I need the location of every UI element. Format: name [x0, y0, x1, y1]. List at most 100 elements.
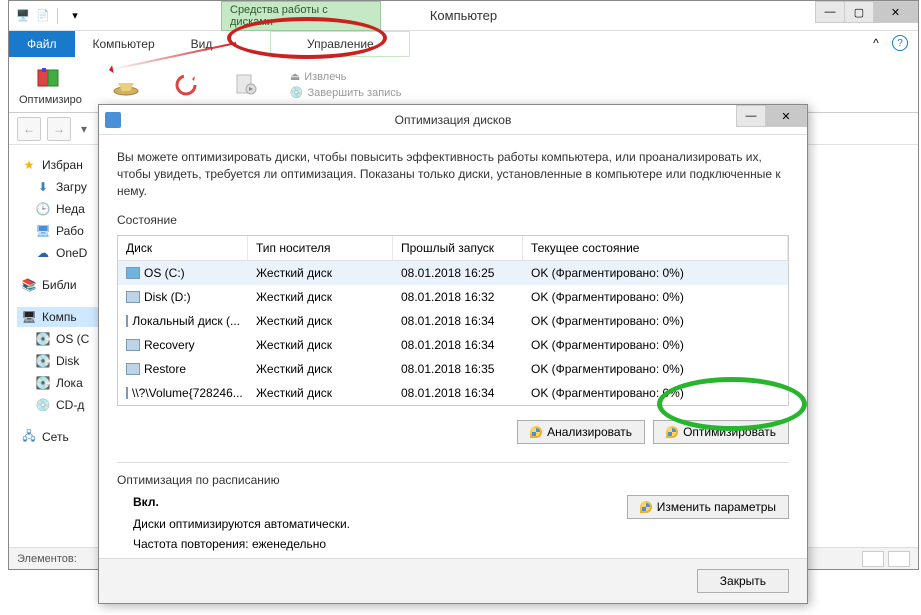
table-header: Диск Тип носителя Прошлый запуск Текущее… [118, 236, 788, 261]
schedule-actions: Изменить параметры [627, 495, 789, 557]
drive-icon: 💽 [35, 353, 51, 369]
separator [117, 462, 789, 463]
table-row[interactable]: RestoreЖесткий диск08.01.2018 16:35OK (Ф… [118, 357, 788, 381]
table-row[interactable]: Disk (D:)Жесткий диск08.01.2018 16:32OK … [118, 285, 788, 309]
disk-last-run: 08.01.2018 16:35 [393, 359, 523, 379]
drive-icon [126, 315, 128, 327]
table-row[interactable]: Локальный диск (... Жесткий диск08.01.201… [118, 309, 788, 333]
download-icon: ⬇ [35, 179, 51, 195]
recent-icon: 🕒 [35, 201, 51, 217]
ribbon-burn-group: ⏏ Извлечь 💿 Завершить запись [290, 70, 402, 99]
drive-icon [126, 267, 140, 279]
drive-icon [126, 387, 128, 399]
help-icon[interactable]: ? [892, 35, 908, 51]
col-status[interactable]: Текущее состояние [523, 236, 788, 260]
col-media[interactable]: Тип носителя [248, 236, 393, 260]
disk-media: Жесткий диск [248, 383, 393, 403]
col-disk[interactable]: Диск [118, 236, 248, 260]
collapse-ribbon-icon[interactable]: ^ [868, 35, 884, 51]
window-controls: — ▢ ✕ [816, 1, 918, 23]
disk-status: OK (Фрагментировано: 0%) [523, 287, 788, 307]
optimize-button[interactable]: Оптимизировать [653, 420, 789, 444]
tab-file[interactable]: Файл [9, 31, 75, 57]
dialog-minimize-button[interactable]: — [736, 105, 766, 127]
dialog-description: Вы можете оптимизировать диски, чтобы по… [117, 149, 789, 199]
tab-manage[interactable]: Управление [270, 31, 410, 57]
schedule-section: Вкл. Диски оптимизируются автоматически.… [117, 495, 789, 557]
view-switcher [862, 551, 910, 567]
drive-icon [126, 363, 140, 375]
minimize-button[interactable]: — [815, 1, 845, 23]
contextual-tab-label: Средства работы с дисками [230, 4, 372, 28]
disk-last-run: 08.01.2018 16:34 [393, 335, 523, 355]
qat-separator [57, 8, 63, 24]
state-label: Состояние [117, 213, 789, 227]
icons-view-button[interactable] [888, 551, 910, 567]
format-ribbon-button[interactable] [170, 71, 202, 99]
disk-media: Жесткий диск [248, 311, 393, 331]
optimize-drives-dialog: Оптимизация дисков — ✕ Вы можете оптимиз… [98, 104, 808, 604]
finish-burn-button: 💿 Завершить запись [290, 86, 402, 99]
dialog-titlebar: Оптимизация дисков — ✕ [99, 105, 807, 135]
forward-button[interactable]: → [47, 117, 71, 141]
dropdown-icon[interactable]: ▾ [67, 8, 83, 24]
drive-icon [126, 291, 140, 303]
disk-last-run: 08.01.2018 16:25 [393, 263, 523, 283]
disk-status: OK (Фрагментировано: 0%) [523, 335, 788, 355]
titlebar: 🖥️ 📄 ▾ Средства работы с дисками Компьют… [9, 1, 918, 31]
col-last[interactable]: Прошлый запуск [393, 236, 523, 260]
cleanup-ribbon-button[interactable] [110, 71, 142, 99]
contextual-tab-header: Средства работы с дисками [221, 1, 381, 31]
star-icon: ★ [21, 157, 37, 173]
app-icon: 🖥️ [15, 8, 31, 24]
disk-last-run: 08.01.2018 16:32 [393, 287, 523, 307]
schedule-label: Оптимизация по расписанию [117, 473, 789, 487]
close-dialog-button[interactable]: Закрыть [697, 569, 789, 593]
change-settings-button[interactable]: Изменить параметры [627, 495, 789, 519]
back-button[interactable]: ← [17, 117, 41, 141]
optimize-icon [34, 64, 66, 92]
tab-computer[interactable]: Компьютер [75, 31, 173, 57]
disk-table: Диск Тип носителя Прошлый запуск Текущее… [117, 235, 789, 406]
dialog-window-controls: — ✕ [737, 105, 807, 127]
autoplay-ribbon-button [230, 71, 262, 99]
disk-status: OK (Фрагментировано: 0%) [523, 383, 788, 403]
drive-icon [126, 339, 140, 351]
history-dropdown[interactable]: ▾ [77, 117, 91, 141]
dialog-app-icon [105, 112, 121, 128]
library-icon: 📚 [21, 277, 37, 293]
disk-name: Локальный диск (... [132, 314, 240, 328]
table-row[interactable]: RecoveryЖесткий диск08.01.2018 16:34OK (… [118, 333, 788, 357]
maximize-button[interactable]: ▢ [844, 1, 874, 23]
schedule-freq-label: Частота повторения: еженедельно [133, 537, 627, 551]
dialog-close-button[interactable]: ✕ [765, 105, 807, 127]
table-actions: Анализировать Оптимизировать [117, 420, 789, 444]
table-row[interactable]: \\?\Volume{728246...Жесткий диск08.01.20… [118, 381, 788, 405]
disk-media: Жесткий диск [248, 359, 393, 379]
table-row[interactable]: OS (C:)Жесткий диск08.01.2018 16:25OK (Ф… [118, 261, 788, 285]
schedule-on-label: Вкл. [133, 495, 627, 509]
disk-name: Restore [144, 362, 186, 376]
window-title: Компьютер [430, 8, 497, 23]
shield-icon [530, 426, 542, 438]
schedule-info: Вкл. Диски оптимизируются автоматически.… [117, 495, 627, 557]
eject-button: ⏏ Извлечь [290, 70, 402, 83]
analyze-button[interactable]: Анализировать [517, 420, 645, 444]
cleanup-icon [110, 71, 142, 99]
close-button[interactable]: ✕ [873, 1, 918, 23]
optimize-label: Оптимизиро [19, 94, 82, 106]
computer-icon: 🖥 [21, 309, 37, 325]
status-elements-label: Элементов: [17, 553, 77, 565]
desktop-icon: 🖥 [35, 223, 51, 239]
schedule-auto-label: Диски оптимизируются автоматически. [133, 517, 627, 531]
dialog-title: Оптимизация дисков [395, 113, 512, 127]
properties-icon[interactable]: 📄 [35, 8, 51, 24]
disk-name: \\?\Volume{728246... [132, 386, 243, 400]
disk-last-run: 08.01.2018 16:34 [393, 311, 523, 331]
format-icon [170, 71, 202, 99]
drive-icon: 💽 [35, 331, 51, 347]
network-icon: 🖧 [21, 429, 37, 445]
disk-name: OS (C:) [144, 266, 185, 280]
optimize-ribbon-button[interactable]: Оптимизиро [19, 64, 82, 106]
details-view-button[interactable] [862, 551, 884, 567]
